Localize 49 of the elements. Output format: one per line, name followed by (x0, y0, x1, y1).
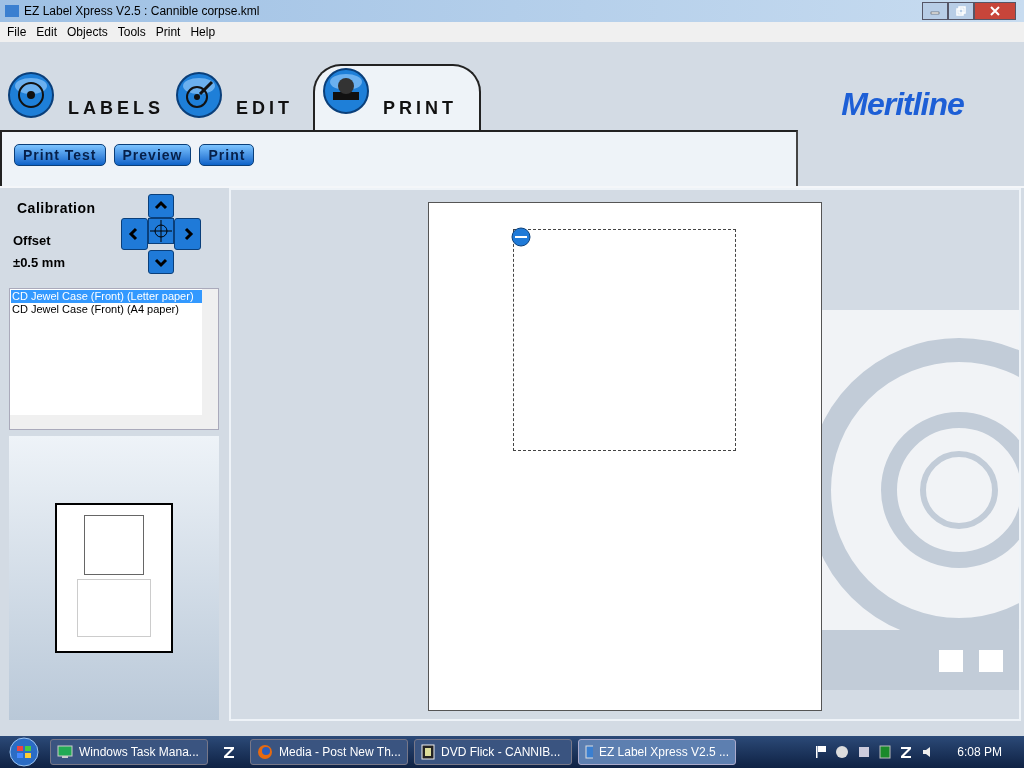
horizontal-scrollbar[interactable] (10, 415, 218, 429)
clock[interactable]: 6:08 PM (957, 743, 1002, 761)
square-icon[interactable] (879, 745, 892, 759)
menu-item[interactable]: Objects (62, 23, 113, 41)
menu-item[interactable]: File (2, 23, 32, 41)
restore-icon (956, 6, 966, 16)
tab[interactable]: LABELS (8, 70, 176, 130)
brand-logo: Meritline (841, 85, 964, 124)
handle-icon[interactable] (511, 227, 531, 247)
globe-icon (257, 744, 273, 760)
app-icon (585, 745, 593, 759)
app-icon (4, 4, 20, 18)
crosshair-button[interactable] (147, 218, 174, 244)
tab[interactable]: EDIT (176, 70, 305, 130)
left-arrow-button[interactable] (121, 218, 148, 250)
flag-icon[interactable] (815, 745, 828, 759)
label-thumbnail (84, 515, 144, 575)
film-icon (421, 744, 435, 760)
down-arrow-button[interactable] (147, 250, 175, 274)
z-logo-icon (222, 745, 236, 759)
close-icon (990, 6, 1000, 16)
offset-value: ±0.5 mm (13, 253, 66, 272)
toolbar-button[interactable]: Print (199, 144, 255, 166)
taskbar-button[interactable]: Media - Post New Th... (250, 739, 408, 765)
toolbar-button[interactable]: Print Test (14, 144, 106, 166)
disc-icon (8, 72, 54, 118)
taskbar-button[interactable]: EZ Label Xpress V2.5 ... (578, 739, 736, 765)
right-arrow-button[interactable] (174, 218, 201, 250)
up-arrow-button[interactable] (147, 194, 175, 218)
z-logo-icon (899, 745, 914, 759)
printer-icon (323, 68, 369, 114)
vertical-scrollbar[interactable] (202, 289, 218, 415)
close-button[interactable] (974, 2, 1016, 20)
menu-item[interactable]: Tools (112, 23, 151, 41)
disc-pen-icon (176, 72, 222, 118)
taskbar-button[interactable]: Windows Task Mana... (50, 739, 208, 765)
restore-button[interactable] (948, 2, 974, 20)
toolbar-button[interactable]: Preview (113, 144, 192, 166)
menu-item[interactable]: Edit (31, 23, 63, 41)
tab[interactable]: PRINT (313, 64, 481, 130)
monitor-icon (57, 745, 73, 759)
calibration-title: Calibration (17, 199, 97, 218)
minimize-button[interactable] (922, 2, 948, 20)
offset-label: Offset (13, 232, 52, 250)
menu-item[interactable]: Help (185, 23, 221, 41)
menu-item[interactable]: Print (150, 23, 186, 41)
taskbar-button[interactable]: DVD Flick - CANNIB... (414, 739, 572, 765)
window-title: EZ Label Xpress V2.5 : Cannible corpse.kml (24, 3, 261, 20)
list-item[interactable]: CD Jewel Case (Front) (A4 paper) (11, 303, 202, 316)
